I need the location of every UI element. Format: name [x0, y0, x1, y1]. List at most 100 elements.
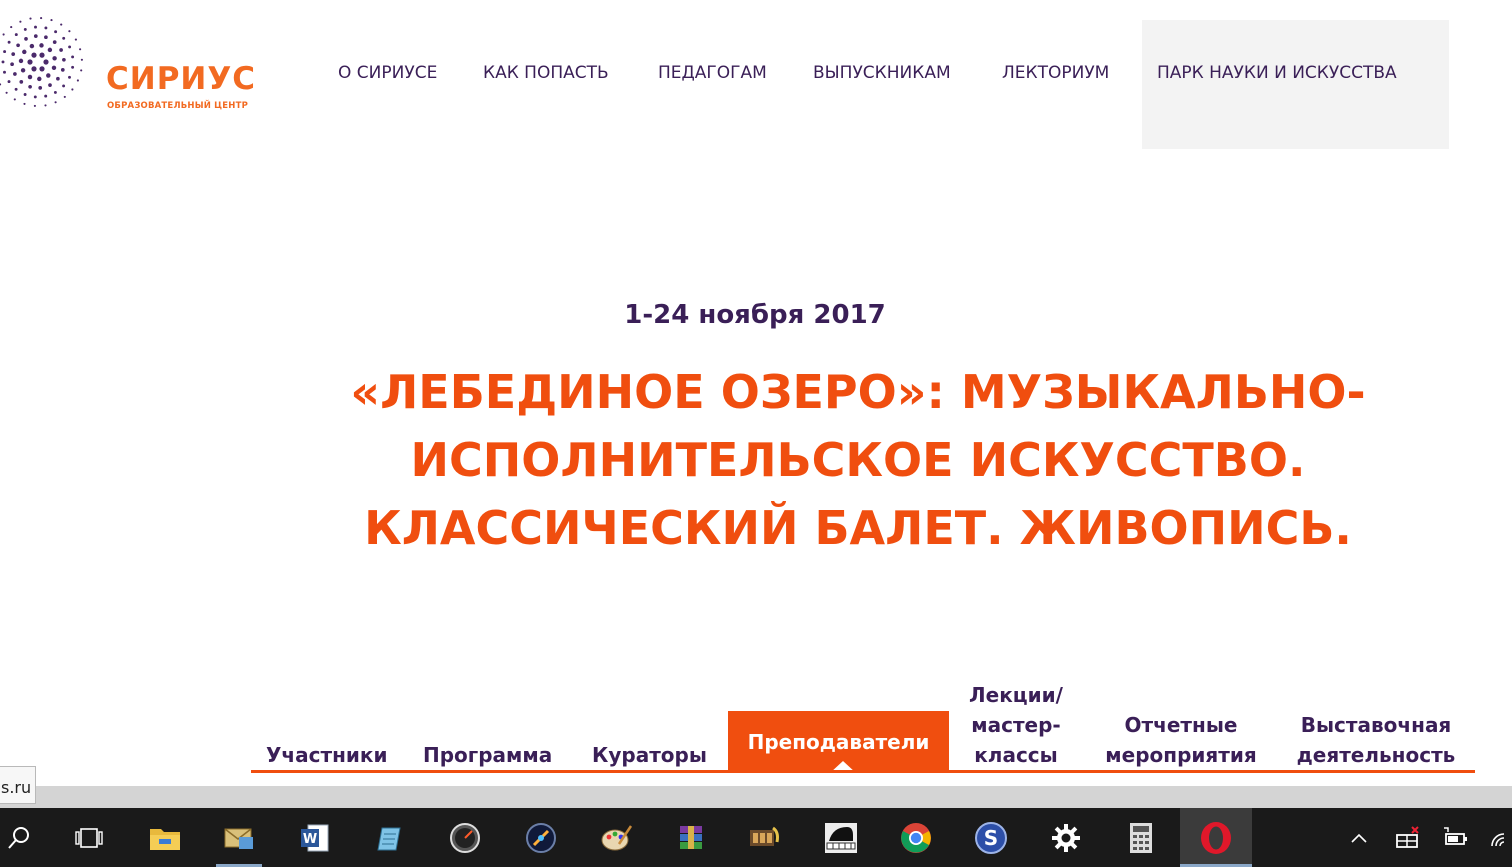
logo-dot: [43, 59, 49, 65]
logo-dot: [0, 83, 2, 86]
logo-dot: [80, 69, 83, 72]
nav-item-teachers[interactable]: ПЕДАГОГАМ: [658, 62, 767, 84]
logo-dot: [37, 76, 42, 82]
battery-plug-icon[interactable]: [1440, 808, 1472, 867]
logo-dot: [39, 66, 45, 72]
logo-dot: [40, 17, 43, 20]
word-icon[interactable]: W: [288, 808, 342, 867]
logo-dot: [33, 95, 37, 99]
task-view-icon[interactable]: [62, 808, 116, 867]
logo-dot: [5, 91, 8, 94]
chrome-icon[interactable]: [889, 808, 943, 867]
winrar-icon[interactable]: [664, 808, 718, 867]
logo-dot: [44, 26, 48, 30]
status-url-tooltip: s.ru: [0, 766, 36, 804]
logo-subtitle: ОБРАЗОВАТЕЛЬНЫЙ ЦЕНТР: [107, 101, 249, 111]
logo-dot: [19, 20, 22, 23]
logo-name: СИРИУС: [106, 61, 257, 97]
logo-dot: [34, 25, 37, 29]
mail-icon[interactable]: [212, 808, 266, 867]
svg-text:W: W: [303, 832, 317, 847]
logo-dot: [27, 59, 33, 65]
tab-label: мастер-: [971, 713, 1061, 737]
logo-dot: [60, 23, 63, 26]
logo-dot: [76, 79, 79, 82]
tab-exhibitions[interactable]: Выставочная деятельность: [1290, 710, 1462, 770]
wifi-icon[interactable]: [1488, 808, 1512, 867]
speedometer-icon[interactable]: [438, 808, 492, 867]
settings-gear-icon[interactable]: [1039, 808, 1093, 867]
logo-dot: [44, 35, 48, 40]
logo-dot: [62, 84, 66, 88]
logo-dot: [60, 68, 65, 72]
tab-label: Кураторы: [592, 743, 707, 767]
logo-dot: [33, 34, 38, 38]
tab-label: мероприятия: [1105, 743, 1257, 767]
logo-dot: [68, 45, 72, 49]
logo-dot: [68, 30, 71, 33]
tab-label: Отчетные: [1124, 713, 1238, 737]
logo-dot: [7, 40, 11, 44]
tab-curators[interactable]: Кураторы: [592, 740, 707, 770]
logo-dot: [19, 80, 24, 84]
nav-item-graduates[interactable]: ВЫПУСКНИКАМ: [813, 62, 951, 84]
logo-dot: [53, 90, 57, 94]
tab-participants[interactable]: Участники: [266, 740, 388, 770]
logo-dot: [48, 83, 52, 87]
logo-dot: [24, 37, 28, 41]
logo-dot: [31, 52, 37, 58]
logo-dot: [13, 72, 17, 76]
nav-item-how-to-join[interactable]: КАК ПОПАСТЬ: [483, 62, 609, 84]
logo-dot: [47, 47, 53, 53]
tab-label: Программа: [423, 743, 553, 767]
logo-dot: [54, 101, 57, 104]
logo-dot: [14, 87, 18, 91]
svg-text:S: S: [984, 826, 998, 850]
tab-lectures-masterclasses[interactable]: Лекции/ мастер- классы: [960, 680, 1072, 770]
site-logo[interactable]: СИРИУС ОБРАЗОВАТЕЛЬНЫЙ ЦЕНТР: [0, 14, 280, 114]
media-player-icon[interactable]: [514, 808, 568, 867]
logo-dot: [51, 65, 57, 71]
notepad-icon[interactable]: [363, 808, 417, 867]
film-music-icon[interactable]: [738, 808, 792, 867]
nav-item-about[interactable]: О СИРИУСЕ: [338, 62, 437, 84]
piano-icon[interactable]: [814, 808, 868, 867]
network-x-icon[interactable]: [1392, 808, 1424, 867]
logo-dot: [3, 50, 7, 54]
logo-dot: [71, 55, 75, 59]
file-explorer-icon[interactable]: [138, 808, 192, 867]
logo-dots-icon: [0, 17, 83, 107]
event-date: 1-24 ноября 2017: [624, 300, 886, 330]
tab-label: Лекции/: [969, 683, 1063, 707]
page-title-line: «ЛЕБЕДИНОЕ ОЗЕРО»: МУЗЫКАЛЬНО-: [350, 365, 1366, 419]
logo-dot: [22, 49, 27, 55]
logo-dot: [39, 43, 44, 48]
logo-dot: [20, 68, 26, 73]
logo-dot: [79, 48, 82, 51]
logo-dot: [23, 102, 26, 105]
logo-dot: [29, 43, 35, 49]
logo-dot: [62, 57, 66, 62]
logo-dot: [11, 52, 16, 56]
s-app-icon[interactable]: S: [964, 808, 1018, 867]
tab-program[interactable]: Программа: [423, 740, 552, 770]
calculator-icon[interactable]: [1114, 808, 1168, 867]
logo-dot: [38, 86, 43, 90]
page-title-line: ИСПОЛНИТЕЛЬСКОЕ ИСКУССТВО.: [410, 433, 1306, 487]
logo-dot: [44, 104, 47, 107]
logo-dot: [63, 95, 66, 98]
paint-palette-icon[interactable]: [589, 808, 643, 867]
nav-item-lectorium[interactable]: ЛЕКТОРИУМ: [1002, 62, 1109, 84]
tab-label: Выставочная: [1300, 713, 1452, 737]
logo-dot: [29, 17, 32, 20]
nav-item-science-art-park[interactable]: ПАРК НАУКИ И ИСКУССТВА: [1157, 62, 1397, 84]
tab-reporting-events[interactable]: Отчетные мероприятия: [1098, 710, 1264, 770]
tab-label: классы: [974, 743, 1058, 767]
logo-dot: [68, 75, 71, 79]
chevron-up-icon[interactable]: [1344, 808, 1374, 867]
logo-dot: [2, 33, 5, 36]
search-icon[interactable]: [0, 808, 46, 867]
opera-icon[interactable]: [1180, 808, 1252, 867]
logo-dot: [52, 40, 57, 44]
page-title: «ЛЕБЕДИНОЕ ОЗЕРО»: МУЗЫКАЛЬНО- ИСПОЛНИТЕ…: [300, 358, 1416, 562]
